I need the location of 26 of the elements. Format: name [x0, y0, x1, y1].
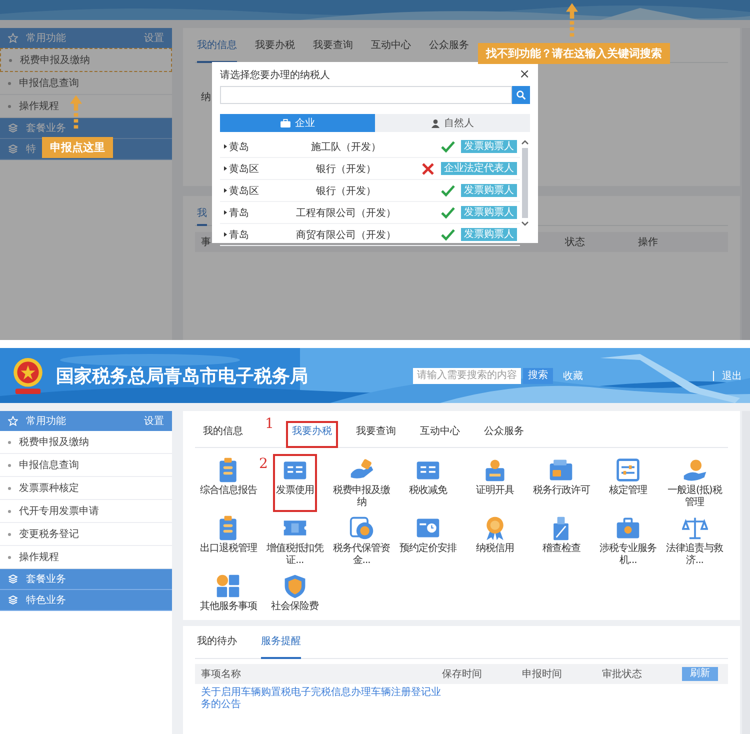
site-title: 国家税务总局青岛市电子税务局 [56, 364, 308, 388]
region-text: 青岛 [229, 228, 250, 242]
column-header: 事项名称 [201, 668, 242, 681]
column-header: 操作 [638, 236, 658, 249]
region-text: 黄岛区 [229, 184, 260, 198]
dialog-title: 请选择您要办理的纳税人 [220, 68, 330, 82]
region-text: 黄岛 [229, 140, 250, 154]
region-text: 黄岛区 [229, 162, 260, 176]
step-number: 2 [258, 456, 268, 472]
step-number: 1 [265, 417, 274, 434]
role-tag: 发票购票人 [461, 206, 517, 219]
hint-callout: 申报点这里 [42, 137, 113, 158]
role-tag: 发票购票人 [461, 184, 517, 197]
role-tag: 发票购票人 [461, 140, 517, 153]
column-header: 保存时间 [442, 668, 483, 681]
region-text: 青岛 [229, 206, 250, 220]
sidebar-title: 常用功能 [26, 414, 66, 428]
field-label: 纳 [201, 91, 211, 104]
hint-callout: 找不到功能？请在这输入关键词搜索 [478, 43, 670, 64]
column-header: 审批状态 [602, 668, 643, 681]
column-header: 事 [201, 236, 211, 249]
role-tag: 企业法定代表人 [441, 162, 517, 175]
sidebar-title: 常用功能 [26, 32, 66, 45]
column-header: 申报时间 [522, 668, 563, 681]
column-header: 状态 [565, 236, 585, 249]
role-tag: 发票购票人 [461, 228, 517, 241]
